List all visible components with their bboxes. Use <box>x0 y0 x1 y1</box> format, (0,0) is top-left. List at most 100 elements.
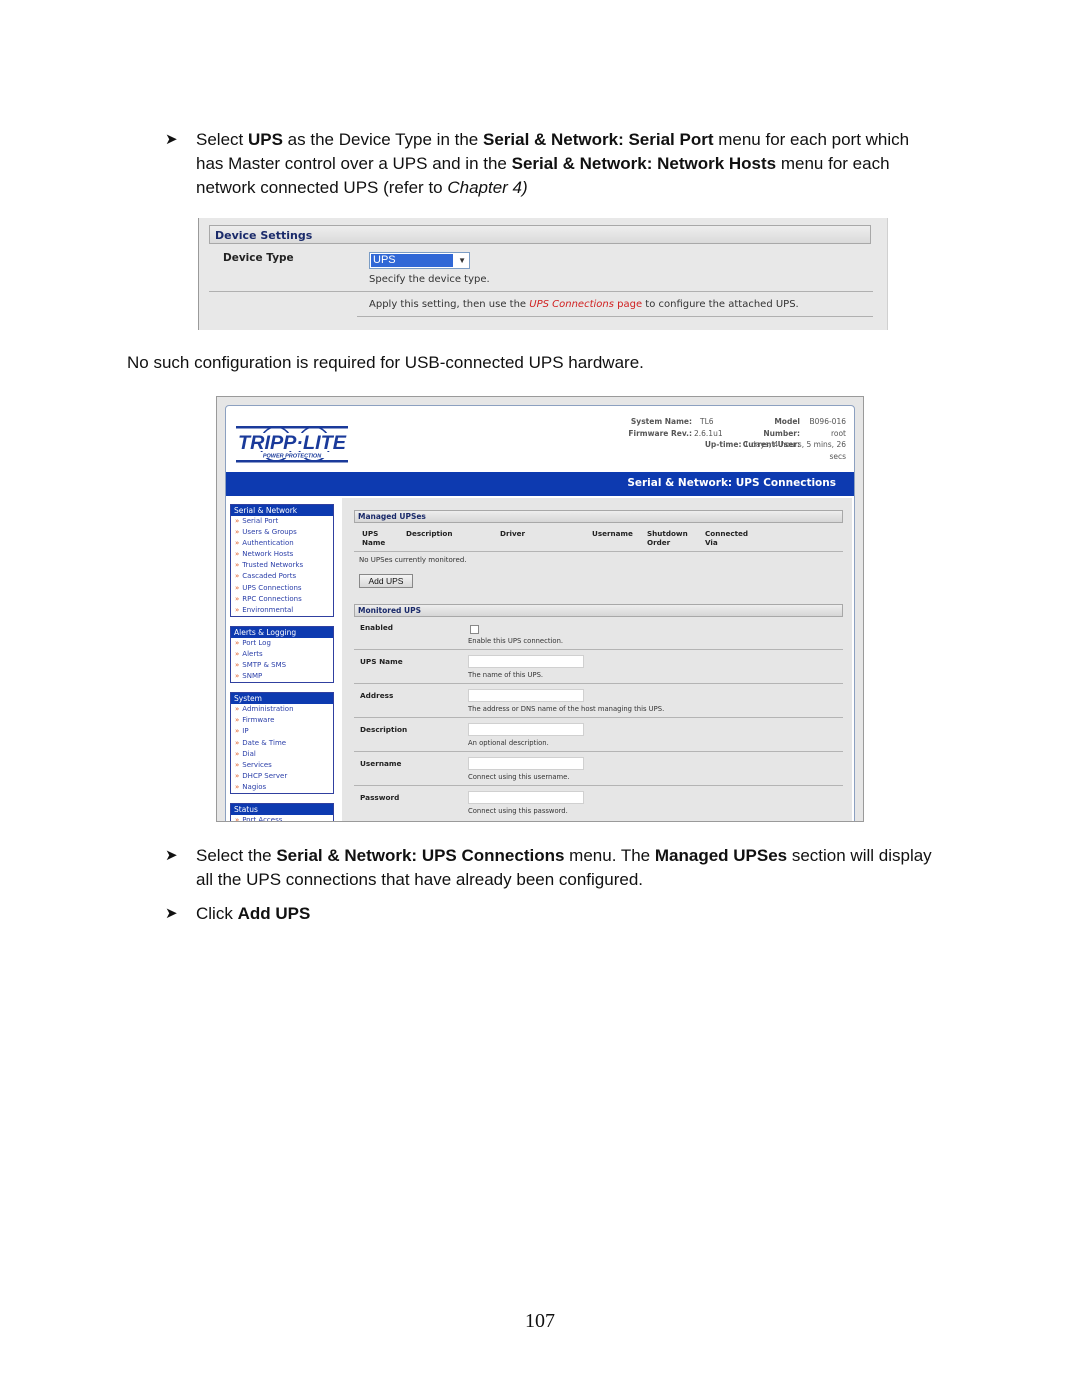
uptime-label: Up-time: <box>704 440 742 449</box>
label: Dial <box>242 749 256 758</box>
sidebar-group-system: System » Administration » Firmware » IP » Da… <box>230 692 334 794</box>
page-link-text[interactable]: page <box>614 299 642 310</box>
add-ups-button[interactable]: Add UPS <box>359 574 413 588</box>
label: SMTP & SMS <box>242 661 287 670</box>
sidebar-item-cascaded-ports[interactable]: » Cascaded Ports <box>231 571 333 582</box>
sidebar-item-authentication[interactable]: » Authentication <box>231 538 333 549</box>
model-label: Model Number: <box>763 417 800 438</box>
password-input[interactable] <box>468 791 584 804</box>
label: Administration <box>242 705 294 714</box>
text-bold: Add UPS <box>237 904 311 923</box>
text: network connected UPS (refer to <box>196 178 448 197</box>
sidebar-item-users-groups[interactable]: » Users & Groups <box>231 527 333 538</box>
divider <box>354 683 843 684</box>
sidebar-item-port-access[interactable]: » Port Access <box>231 815 333 822</box>
bullet-icon: » <box>235 749 240 758</box>
sidebar-item-dhcp-server[interactable]: » DHCP Server <box>231 771 333 782</box>
system-name-label: System Name: <box>630 417 692 426</box>
sidebar-group-title: Alerts & Logging <box>231 626 333 638</box>
col-description: Description <box>406 529 453 538</box>
device-type-select[interactable]: UPS ▼ <box>369 252 470 269</box>
label: Firmware <box>242 716 275 725</box>
sidebar-item-trusted-networks[interactable]: » Trusted Networks <box>231 560 333 571</box>
text: Click <box>196 904 238 923</box>
text-italic: Chapter 4) <box>447 178 528 197</box>
label: Nagios <box>242 782 267 791</box>
text: Select <box>196 130 248 149</box>
ups-name-label: UPS Name <box>360 657 403 666</box>
sidebar-item-ups-connections[interactable]: » UPS Connections <box>231 583 333 594</box>
bullet-icon: » <box>235 517 240 525</box>
description-label: Description <box>360 725 408 734</box>
username-input[interactable] <box>468 757 584 770</box>
address-input[interactable] <box>468 689 584 702</box>
label: Cascaded Ports <box>242 572 297 581</box>
bullet-icon: » <box>235 561 240 570</box>
sidebar-item-firmware[interactable]: » Firmware <box>231 715 333 726</box>
system-name-value: TL6 <box>700 417 714 426</box>
label: Users & Groups <box>242 528 297 537</box>
sidebar-item-port-log[interactable]: » Port Log <box>231 638 333 649</box>
sidebar-item-ip[interactable]: » IP <box>231 726 333 737</box>
arrow-bullet-icon: ➤ <box>165 905 178 922</box>
apply-help: Apply this setting, then use the UPS Con… <box>369 299 799 310</box>
sidebar-item-alerts[interactable]: » Alerts <box>231 649 333 660</box>
bullet-icon: » <box>235 605 240 614</box>
bullet-icon: » <box>235 815 240 822</box>
bullet-icon: » <box>235 705 240 714</box>
divider <box>354 649 843 650</box>
sidebar-item-rpc-connections[interactable]: » RPC Connections <box>231 594 333 605</box>
sidebar-group-title: System <box>231 693 333 705</box>
text: menu for each port which <box>713 130 910 149</box>
bullet-icon: » <box>235 550 240 559</box>
sidebar-item-date-time[interactable]: » Date & Time <box>231 738 333 749</box>
address-help: The address or DNS name of the host mana… <box>468 705 665 713</box>
enabled-checkbox[interactable] <box>470 625 479 634</box>
step1-text: Select UPS as the Device Type in the Ser… <box>196 128 956 200</box>
ups-name-input[interactable] <box>468 655 584 668</box>
bullet-icon: » <box>235 594 240 603</box>
label: DHCP Server <box>242 771 288 780</box>
sidebar-item-environmental[interactable]: » Environmental <box>231 605 333 616</box>
bullet-icon: » <box>235 738 240 747</box>
label: Serial Port <box>242 517 279 525</box>
sidebar-item-snmp[interactable]: » SNMP <box>231 671 333 682</box>
ups-connections-link[interactable]: UPS Connections <box>529 299 614 310</box>
text: UPS <box>362 529 379 538</box>
system-info-values-right: B096-016 root <box>802 416 846 439</box>
device-type-label: Device Type <box>223 252 294 264</box>
description-input[interactable] <box>468 723 584 736</box>
sidebar-group-serial-network: Serial & Network » Serial Port » Users & G… <box>230 504 334 617</box>
sidebar-item-serial-port[interactable]: » Serial Port <box>231 516 333 527</box>
bullet-icon: » <box>235 539 240 548</box>
empty-list-text: No UPSes currently monitored. <box>359 556 467 564</box>
sidebar-item-administration[interactable]: » Administration <box>231 704 333 715</box>
sidebar-group-alerts-logging: Alerts & Logging » Port Log » Alerts » SMTP… <box>230 625 334 684</box>
sidebar-item-smtp-sms[interactable]: » SMTP & SMS <box>231 660 333 671</box>
label: IP <box>242 727 249 736</box>
label: Port Access <box>242 815 283 822</box>
sidebar-item-nagios[interactable]: » Nagios <box>231 782 333 793</box>
firmware-value: 2.6.1u1 <box>694 428 723 438</box>
text: Select the <box>196 846 277 865</box>
sidebar-item-dial[interactable]: » Dial <box>231 749 333 760</box>
username-label: Username <box>360 759 402 768</box>
text-bold: Serial & Network: UPS Connections <box>276 846 565 865</box>
device-type-help: Specify the device type. <box>369 274 490 285</box>
text-bold: Serial & Network: Network Hosts <box>511 154 777 173</box>
sidebar-group-title: Status <box>231 803 333 815</box>
page-title: Serial & Network: UPS Connections <box>627 477 836 489</box>
text: all the UPS connections that have alread… <box>196 870 644 889</box>
sidebar-item-network-hosts[interactable]: » Network Hosts <box>231 549 333 560</box>
sidebar-group-status: Status » Port Access <box>230 802 334 822</box>
bullet-icon: » <box>235 771 240 780</box>
divider <box>354 551 843 552</box>
bullet-icon: » <box>235 583 240 592</box>
bullet-icon: » <box>235 661 240 670</box>
bullet-icon: » <box>235 649 240 658</box>
device-settings-screenshot: Device Settings Device Type UPS ▼ Specif… <box>198 218 888 330</box>
main-content: Managed UPSes UPS Name Description Driver… <box>342 498 852 821</box>
arrow-bullet-icon: ➤ <box>165 847 178 864</box>
sidebar-item-services[interactable]: » Services <box>231 760 333 771</box>
password-help: Connect using this password. <box>468 807 568 815</box>
